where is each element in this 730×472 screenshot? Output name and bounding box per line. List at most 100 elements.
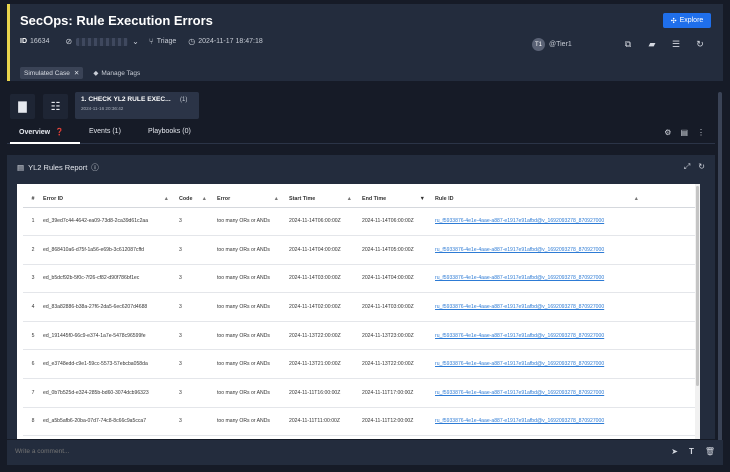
rule-id-link[interactable]: ru_f5933876-4e1e-4aae-a887-e1917e91afbd@…: [435, 207, 695, 237]
send-icon[interactable]: ➤: [671, 447, 678, 456]
expand-icon[interactable]: ⤢: [684, 162, 690, 172]
error-id-cell: ed_83a82886-b38a-27f6-2da5-6ec6207d4688: [43, 292, 179, 322]
code-cell: 3: [179, 321, 217, 351]
case-header: SecOps: Rule Execution Errors ✣ Explore …: [7, 4, 723, 81]
trash-icon[interactable]: 🗑: [705, 447, 715, 456]
table-scrollbar[interactable]: [695, 184, 700, 439]
end-time-cell: 2024-11-14T04:00:00Z: [362, 264, 435, 294]
error-id-cell: ed_0b7b525d-e324-285b-bd60-3074dcb96323: [43, 378, 179, 408]
sort-icon: ▲: [201, 195, 207, 202]
tab-overview-label: Overview: [19, 129, 51, 136]
end-time-cell: 2024-11-14T05:00:00Z: [362, 235, 435, 265]
tab-active-indicator: [10, 142, 80, 144]
start-time-cell: 2024-11-14T03:00:00Z: [289, 264, 362, 294]
comment-bar: ➤ T 🗑: [7, 440, 723, 465]
table-row[interactable]: 2 ed_868410a6-d75f-1a56-e69b-3c612087cffd…: [23, 235, 695, 265]
table-row[interactable]: 6 ed_e3748edd-c9e1-59cc-5573-57ebcba058da…: [23, 349, 695, 380]
end-time-cell: 2024-11-11T12:00:00Z: [362, 407, 435, 437]
rule-id-link[interactable]: ru_f5933876-4e1e-4aae-a887-e1917e91afbd@…: [435, 235, 695, 265]
tag-icon: ◆: [93, 70, 99, 77]
refresh-icon[interactable]: ↻: [693, 38, 707, 50]
rule-id-link[interactable]: ru_f5933876-4e1e-4aae-a887-e1917e91afbd@…: [435, 407, 695, 437]
refresh-icon[interactable]: ↻: [698, 162, 705, 172]
explore-icon: ✣: [670, 17, 677, 25]
case-stage[interactable]: Triage: [157, 38, 177, 45]
rule-id-link[interactable]: ru_f5933876-4e1e-4aae-a887-e1917e91afbd@…: [435, 264, 695, 294]
table-scrollbar-thumb[interactable]: [696, 186, 699, 386]
report-icon: ▤: [17, 163, 25, 172]
col-start-time[interactable]: Start Time ▲: [289, 191, 362, 208]
error-cell: too many ORs or ANDs: [217, 321, 289, 351]
table-row[interactable]: 7 ed_0b7b525d-e324-285b-bd60-3074dcb96323…: [23, 378, 695, 408]
tab-overview[interactable]: Overview ❓: [19, 128, 64, 136]
table-row[interactable]: 1 ed_39ed7c44-4642-ea09-73d8-2ca39d61c2aa…: [23, 207, 695, 237]
alert-card[interactable]: 1. CHECK YL2 RULE EXEC... (1) 2024-11-16…: [75, 92, 199, 119]
col-code[interactable]: Code ▲: [179, 191, 217, 208]
rule-id-link[interactable]: ru_f5933876-4e1e-4aae-a887-e1917e91afbd@…: [435, 378, 695, 408]
comment-input[interactable]: [15, 448, 615, 455]
table-row[interactable]: 3 ed_b5dcf92b-5f0c-7f26-cf82-d90f786bf1ec…: [23, 264, 695, 294]
environment-icon: ⊘: [65, 37, 73, 46]
table-body: 1 ed_39ed7c44-4642-ea09-73d8-2ca39d61c2aa…: [23, 207, 695, 437]
col-error-id[interactable]: Error ID ▲: [43, 191, 179, 208]
col-rule-id[interactable]: Rule ID ▲: [435, 191, 695, 208]
rule-id-link[interactable]: ru_f5933876-4e1e-4aae-a887-e1917e91afbd@…: [435, 292, 695, 322]
sort-icon: ▲: [633, 195, 639, 202]
error-cell: too many ORs or ANDs: [217, 292, 289, 322]
header-actions: ⧉ ▰ ☰ ↻: [621, 38, 707, 50]
manage-tags-label: Manage Tags: [101, 69, 141, 77]
environment-select-redacted[interactable]: [76, 37, 129, 46]
error-cell: too many ORs or ANDs: [217, 264, 289, 294]
code-cell: 3: [179, 235, 217, 265]
code-cell: 3: [179, 292, 217, 322]
merge-icon[interactable]: ⧉: [621, 38, 635, 50]
rule-id-link[interactable]: ru_f5933876-4e1e-4aae-a887-e1917e91afbd@…: [435, 321, 695, 351]
folder-icon[interactable]: ▇: [10, 94, 35, 119]
clock-icon: ◷: [188, 37, 196, 46]
table-row[interactable]: 8 ed_a5b5afb6-20ba-07d7-74c8-8c66c9a5cca7…: [23, 407, 695, 437]
code-cell: 3: [179, 349, 217, 380]
folder-check-icon[interactable]: ▰: [645, 38, 659, 50]
row-index: 6: [23, 349, 43, 380]
tab-playbooks[interactable]: Playbooks (0): [148, 128, 191, 135]
code-cell: 3: [179, 378, 217, 408]
table-row[interactable]: 5 ed_191445f0-66c9-e374-1a7e-5478c96599fe…: [23, 321, 695, 351]
table-row[interactable]: 4 ed_83a82886-b38a-27f6-2da5-6ec6207d4688…: [23, 292, 695, 322]
sort-icon: ▲: [163, 195, 169, 202]
stage-icon: ⑂: [148, 37, 154, 46]
start-time-cell: 2024-11-14T06:00:00Z: [289, 207, 362, 237]
col-error[interactable]: Error ▲: [217, 191, 289, 208]
explore-label: Explore: [679, 17, 704, 24]
start-time-cell: 2024-11-14T02:00:00Z: [289, 292, 362, 322]
widget-actions: ⤢ ↻: [684, 162, 705, 172]
tab-events[interactable]: Events (1): [89, 128, 121, 135]
clipboard-icon[interactable]: ▤: [680, 128, 688, 137]
col-index[interactable]: #: [23, 191, 43, 208]
list-icon[interactable]: ☰: [669, 38, 683, 50]
alert-time: 2024-11-16 20:36:42: [81, 106, 124, 111]
error-id-cell: ed_868410a6-d75f-1a56-e69b-3c612087cffd: [43, 235, 179, 265]
page-scrollbar[interactable]: [718, 92, 722, 442]
row-index: 7: [23, 378, 43, 408]
manage-tags-link[interactable]: ◆ Manage Tags: [93, 69, 141, 78]
case-tabs: Overview ❓ Events (1) Playbooks (0) ⚙ ▤ …: [7, 124, 715, 144]
tag-chip: Simulated Case ✕: [20, 67, 84, 79]
settings-icon[interactable]: ⚙: [664, 128, 671, 137]
info-icon[interactable]: ⓘ: [91, 162, 99, 173]
tag-chip-label: Simulated Case: [24, 69, 70, 77]
rule-id-link[interactable]: ru_f5933876-4e1e-4aae-a887-e1917e91afbd@…: [435, 349, 695, 380]
case-id: 16634: [30, 38, 50, 45]
explore-button[interactable]: ✣ Explore: [663, 13, 711, 28]
text-format-icon[interactable]: T: [689, 447, 694, 456]
assignee[interactable]: T1 @Tier1: [532, 38, 572, 51]
more-icon[interactable]: ⋮: [697, 128, 705, 137]
error-id-cell: ed_b5dcf92b-5f0c-7f26-cf82-d90f786bf1ec: [43, 264, 179, 294]
row-index: 4: [23, 292, 43, 322]
col-end-time[interactable]: End Time ▼: [362, 191, 435, 208]
close-icon[interactable]: ✕: [74, 69, 79, 77]
table-header-row: # Error ID ▲ Code ▲ Error ▲ Start Time ▲ End…: [23, 191, 695, 208]
list-view-icon[interactable]: ☷: [43, 94, 68, 119]
error-cell: too many ORs or ANDs: [217, 207, 289, 237]
start-time-cell: 2024-11-14T04:00:00Z: [289, 235, 362, 265]
chevron-down-icon[interactable]: ⌄: [132, 37, 139, 46]
